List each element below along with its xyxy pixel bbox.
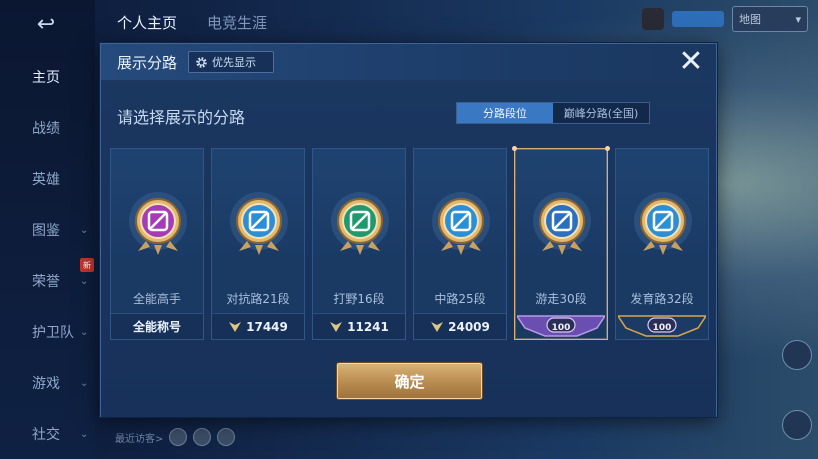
- visitor-avatar[interactable]: [169, 428, 188, 446]
- lane-card[interactable]: 发育路32段 100: [615, 148, 709, 340]
- visitor-avatar[interactable]: [193, 428, 212, 446]
- sidebar-item[interactable]: 主页: [0, 62, 95, 92]
- chevron-down-icon: ⌄: [80, 428, 89, 440]
- lane-card[interactable]: 打野16段 11241: [312, 148, 406, 340]
- rank-ribbon-value: 100: [652, 323, 672, 333]
- points-icon: [330, 321, 343, 332]
- modal-header: 展示分路 优先显示 ✕: [101, 44, 716, 80]
- tab-profile[interactable]: 个人主页: [117, 12, 177, 33]
- visitor-avatar[interactable]: [217, 428, 236, 446]
- lane-card-label: 中路25段: [434, 292, 486, 306]
- top-right-controls: 地图 ▾: [642, 6, 808, 32]
- lane-mode-segmented-control: 分路段位 巅峰分路(全国): [456, 102, 650, 124]
- region-dropdown[interactable]: 地图 ▾: [732, 6, 808, 32]
- sidebar-item[interactable]: 战绩: [0, 113, 95, 143]
- lane-card-foot-text: 17449: [246, 319, 288, 334]
- lane-card-points: 11241: [313, 313, 405, 339]
- sidebar-item-label: 英雄: [32, 172, 60, 188]
- modal-title: 展示分路: [117, 54, 178, 72]
- lane-card-points: 24009: [414, 313, 506, 339]
- confirm-button[interactable]: 确定: [337, 363, 482, 399]
- chevron-down-icon: ⌄: [80, 224, 89, 236]
- chevron-down-icon: ⌄: [80, 275, 89, 287]
- top-tabs: 个人主页 电竞生涯: [117, 12, 267, 33]
- mid-lane-badge-icon: [432, 192, 490, 255]
- lane-card-label: 发育路32段: [630, 292, 694, 306]
- sidebar-item-label: 战绩: [32, 121, 60, 137]
- new-badge: 新: [80, 258, 94, 272]
- lane-card-title: 全能称号: [111, 313, 203, 339]
- jungle-badge-icon: [331, 192, 389, 255]
- close-icon: ✕: [678, 44, 704, 79]
- sidebar-item[interactable]: 英雄: [0, 164, 95, 194]
- lane-selection-subtitle: 请选择展示的分路: [117, 108, 246, 127]
- right-side-icons: [782, 340, 812, 440]
- status-pill[interactable]: [672, 11, 724, 27]
- lane-card-label: 全能高手: [132, 292, 181, 306]
- points-icon: [229, 321, 242, 332]
- lane-card-points: 17449: [212, 313, 304, 339]
- priority-display-button[interactable]: 优先显示: [188, 51, 274, 73]
- lane-card-list: 全能高手 全能称号 对抗路21段 17449 打野16段 11241 中路25段 24009 游…: [110, 146, 709, 340]
- sidebar-item[interactable]: 图鉴 ⌄: [0, 215, 95, 245]
- lane-display-modal: 展示分路 优先显示 ✕ 请选择展示的分路 分路段位 巅峰分路(全国) 全能高手全…: [100, 43, 717, 417]
- rank-ribbon-value: 100: [551, 323, 571, 333]
- tab-peak-lane-national[interactable]: 巅峰分路(全国): [553, 103, 649, 123]
- sidebar-item-label: 游戏: [32, 376, 60, 392]
- lane-card-foot-text: 11241: [347, 319, 389, 334]
- lane-card[interactable]: 游走30段 100: [512, 146, 610, 340]
- lane-card-foot-text: 24009: [448, 319, 490, 334]
- lane-card[interactable]: 中路25段 24009: [413, 148, 507, 340]
- selection-corner: [605, 146, 610, 151]
- sidebar-item[interactable]: 护卫队 ⌄: [0, 317, 95, 347]
- back-arrow-icon: ↩: [36, 11, 56, 37]
- recent-visitors[interactable]: 最近访客>: [115, 428, 236, 446]
- side-action-icon[interactable]: [782, 410, 812, 440]
- lane-card-label: 打野16段: [333, 292, 385, 306]
- chevron-down-icon: ▾: [795, 12, 801, 26]
- sidebar-item[interactable]: 游戏 ⌄: [0, 368, 95, 398]
- gear-icon: [196, 56, 207, 68]
- farm-lane-badge-icon: [634, 192, 692, 255]
- sidebar-item-label: 主页: [32, 70, 60, 86]
- sidebar-item-label: 荣誉: [32, 274, 60, 290]
- region-dropdown-label: 地图: [739, 13, 761, 26]
- sidebar-item-label: 护卫队: [32, 325, 74, 341]
- selection-corner: [512, 146, 517, 151]
- tab-esports-career[interactable]: 电竞生涯: [207, 12, 267, 33]
- lane-card[interactable]: 对抗路21段 17449: [211, 148, 305, 340]
- avatar[interactable]: [642, 8, 664, 30]
- points-icon: [431, 321, 444, 332]
- lane-card-label: 对抗路21段: [226, 292, 290, 306]
- lane-card[interactable]: 全能高手 全能称号: [110, 148, 204, 340]
- lane-selection-panel: 请选择展示的分路 分路段位 巅峰分路(全国) 全能高手 全能称号 对抗路21段 174…: [101, 89, 716, 417]
- lane-card-label: 游走30段: [535, 292, 587, 306]
- tab-lane-rank[interactable]: 分路段位: [457, 103, 553, 123]
- recent-visitors-label: 最近访客>: [115, 433, 164, 445]
- priority-display-label: 优先显示: [212, 56, 256, 69]
- chevron-down-icon: ⌄: [80, 377, 89, 389]
- back-button[interactable]: ↩: [24, 10, 68, 38]
- sidebar-item[interactable]: 社交 ⌄: [0, 419, 95, 449]
- left-sidebar: ↩ 主页战绩英雄图鉴 ⌄ 荣誉 ⌄ 护卫队 ⌄ 游戏 ⌄ 社交 ⌄ 新: [0, 0, 95, 459]
- chevron-down-icon: ⌄: [80, 326, 89, 338]
- side-action-icon[interactable]: [782, 340, 812, 370]
- sidebar-item-label: 图鉴: [32, 223, 60, 239]
- lane-card-foot-text: 全能称号: [132, 320, 181, 334]
- allround-badge-icon: [129, 192, 187, 255]
- roam-badge-icon: [533, 192, 591, 255]
- clash-lane-badge-icon: [230, 192, 288, 255]
- sidebar-item-label: 社交: [32, 427, 60, 443]
- close-button[interactable]: ✕: [676, 47, 706, 78]
